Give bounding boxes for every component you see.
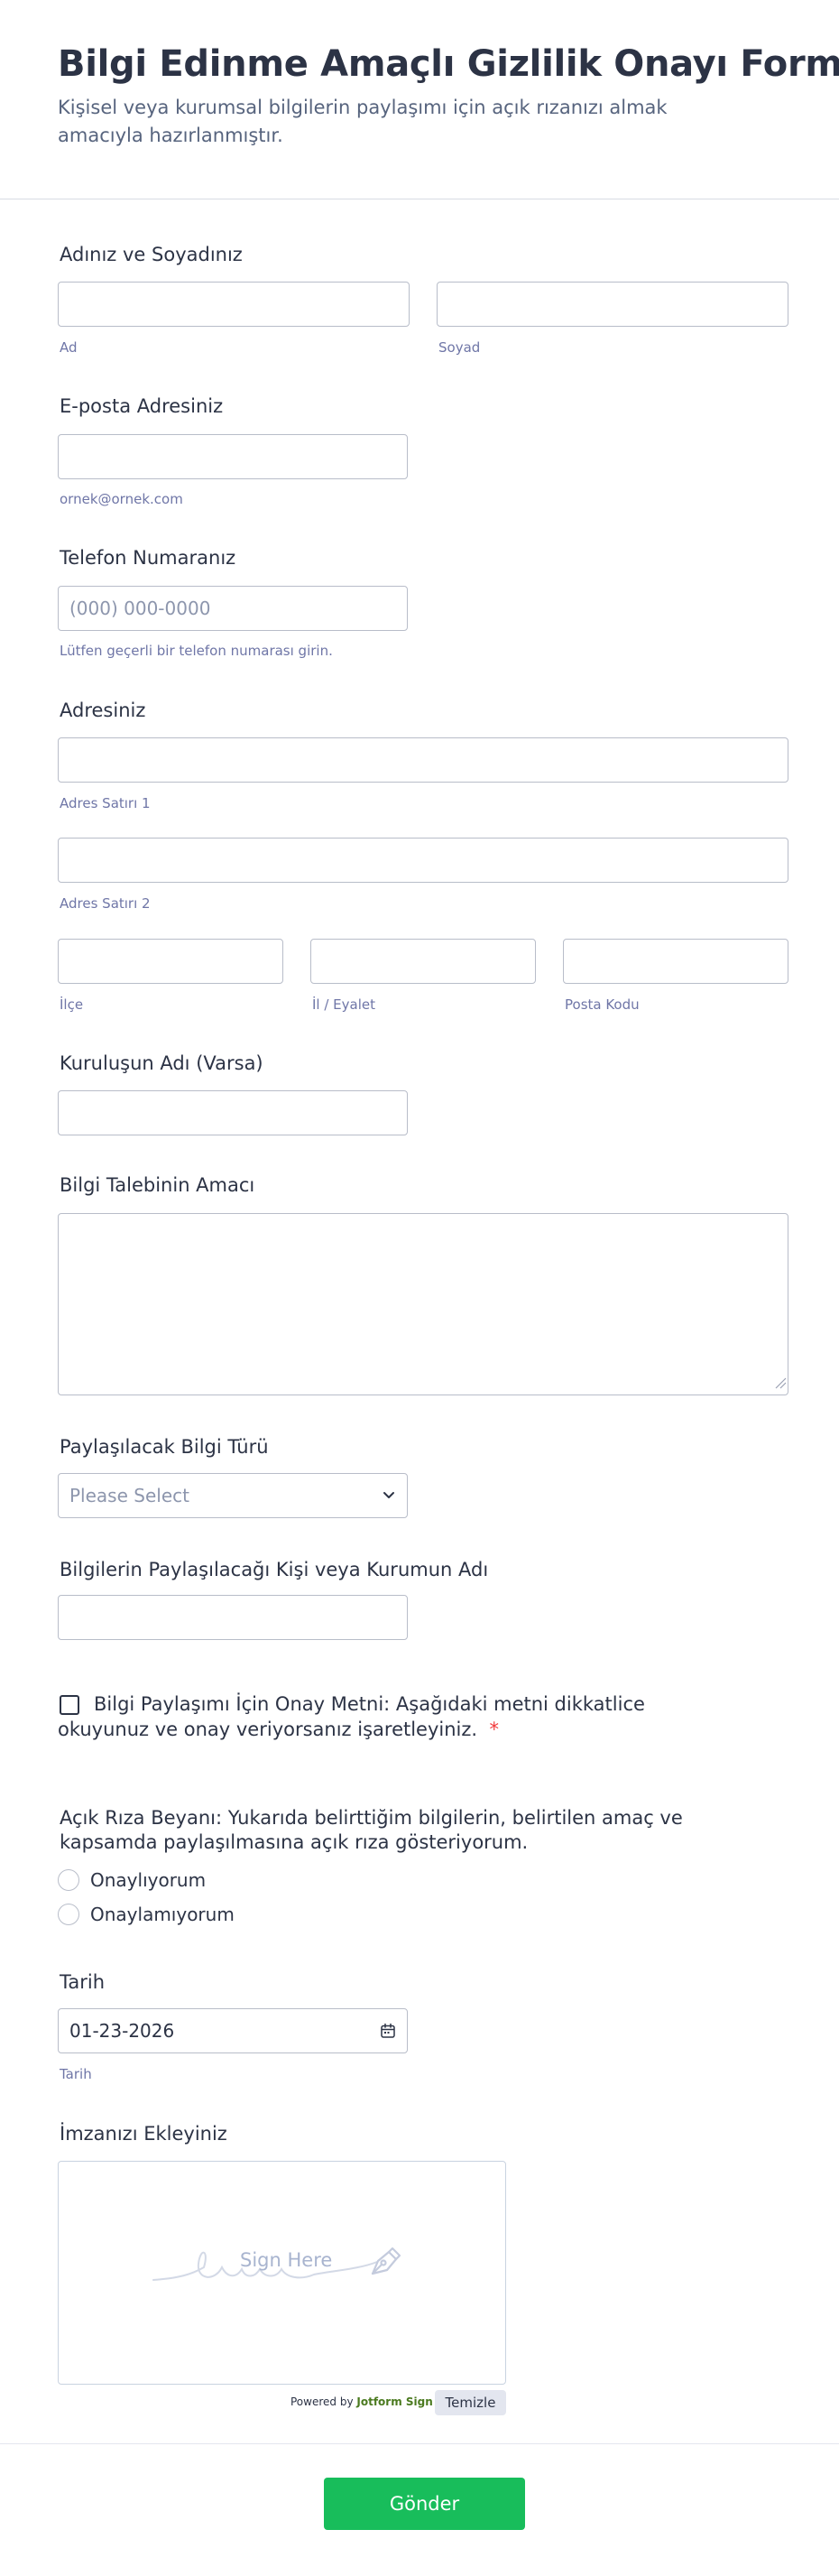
postal-code-sublabel: Posta Kodu	[565, 996, 640, 1013]
address-line1-sublabel: Adres Satırı 1	[60, 795, 151, 811]
powered-by-text: Powered by Jotform Sign	[290, 2395, 433, 2408]
resize-grip-icon[interactable]	[774, 1376, 787, 1389]
organization-label: Kuruluşun Adı (Varsa)	[60, 1052, 263, 1074]
last-name-input[interactable]	[437, 282, 788, 327]
first-name-sublabel: Ad	[60, 339, 78, 356]
explicit-consent-question: Açık Rıza Beyanı: Yukarıda belirttiğim b…	[60, 1807, 683, 1853]
recipient-input[interactable]	[58, 1595, 408, 1640]
phone-sublabel: Lütfen geçerli bir telefon numarası giri…	[60, 643, 333, 659]
first-name-input[interactable]	[58, 282, 410, 327]
radio-approve-label[interactable]: Onaylıyorum	[90, 1869, 206, 1891]
email-label: E-posta Adresiniz	[60, 395, 224, 417]
consent-text-body: Bilgi Paylaşımı İçin Onay Metni: Aşağıda…	[58, 1693, 645, 1740]
email-sublabel: ornek@ornek.com	[60, 491, 183, 507]
address-label: Adresiniz	[60, 700, 146, 721]
purpose-textarea[interactable]	[58, 1213, 788, 1395]
jotform-sign-brand[interactable]: Jotform Sign	[356, 2395, 432, 2408]
last-name-sublabel: Soyad	[438, 339, 481, 356]
pen-nib-icon	[371, 2247, 401, 2275]
radio-disapprove-label[interactable]: Onaylamıyorum	[90, 1904, 235, 1925]
purpose-label: Bilgi Talebinin Amacı	[60, 1174, 255, 1196]
form-header: Bilgi Edinme Amaçlı Gizlilik Onayı Formu…	[0, 0, 839, 199]
radio-disapprove[interactable]	[58, 1904, 79, 1925]
district-sublabel: İlçe	[60, 996, 84, 1013]
postal-code-input[interactable]	[563, 939, 788, 984]
date-sublabel: Tarih	[60, 2066, 92, 2082]
date-label: Tarih	[60, 1971, 105, 1993]
address-line2-sublabel: Adres Satırı 2	[60, 895, 151, 912]
required-star: *	[489, 1719, 499, 1740]
recipient-label: Bilgilerin Paylaşılacağı Kişi veya Kurum…	[60, 1559, 489, 1580]
address-line1-input[interactable]	[58, 737, 788, 783]
email-input[interactable]	[58, 434, 408, 479]
calendar-icon[interactable]	[380, 2023, 396, 2039]
city-sublabel: İl / Eyalet	[312, 996, 376, 1013]
footer-divider	[0, 2443, 839, 2444]
phone-input[interactable]	[58, 586, 408, 631]
info-type-selected: Please Select	[69, 1485, 189, 1506]
form-subtitle: Kişisel veya kurumsal bilgilerin paylaşı…	[58, 97, 668, 146]
chevron-down-icon	[383, 1492, 394, 1498]
city-input[interactable]	[310, 939, 536, 984]
clear-signature-button[interactable]: Temizle	[435, 2390, 506, 2415]
date-value: 01-23-2026	[69, 2020, 175, 2042]
phone-label: Telefon Numaranız	[60, 547, 236, 569]
info-type-label: Paylaşılacak Bilgi Türü	[60, 1436, 269, 1458]
address-line2-input[interactable]	[58, 838, 788, 883]
powered-prefix: Powered by	[290, 2395, 354, 2408]
organization-input[interactable]	[58, 1090, 408, 1135]
full-name-label: Adınız ve Soyadınız	[60, 244, 243, 265]
signature-placeholder: Sign Here	[240, 2249, 333, 2271]
submit-button[interactable]: Gönder	[324, 2478, 525, 2530]
info-type-select[interactable]: Please Select	[58, 1473, 408, 1518]
radio-approve[interactable]	[58, 1869, 79, 1891]
form-title: Bilgi Edinme Amaçlı Gizlilik Onayı Formu	[58, 43, 839, 85]
consent-text: Bilgi Paylaşımı İçin Onay Metni: Aşağıda…	[58, 1691, 707, 1742]
date-input[interactable]: 01-23-2026	[58, 2008, 408, 2053]
district-input[interactable]	[58, 939, 283, 984]
signature-label: İmzanızı Ekleyiniz	[60, 2123, 227, 2145]
